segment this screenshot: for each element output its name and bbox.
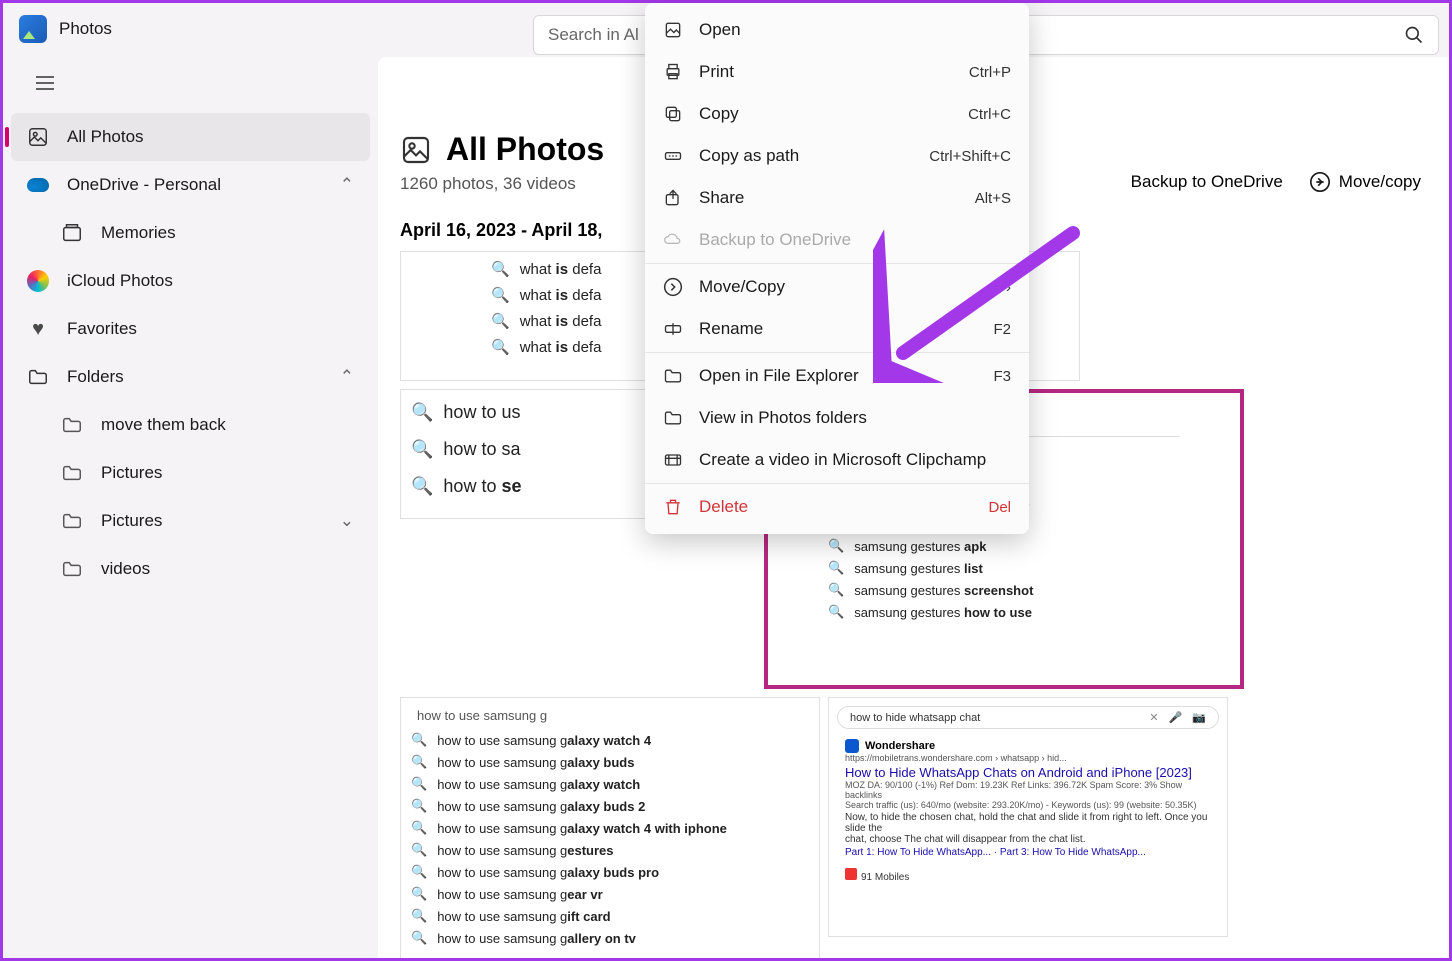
sidebar-folder-item[interactable]: videos bbox=[11, 545, 370, 593]
sidebar-folder-item[interactable]: move them back bbox=[11, 401, 370, 449]
backup-button[interactable]: Backup to OneDrive bbox=[1131, 172, 1283, 192]
movecopy-label: Move/copy bbox=[1339, 172, 1421, 192]
menu-separator bbox=[645, 263, 1029, 264]
menu-print[interactable]: Print Ctrl+P bbox=[645, 51, 1029, 93]
cloud-icon bbox=[663, 230, 683, 250]
menu-rename[interactable]: Rename F2 bbox=[645, 308, 1029, 350]
sidebar-folder-item[interactable]: Pictures ⌄ bbox=[11, 497, 370, 545]
copy-icon bbox=[663, 104, 683, 124]
menu-share[interactable]: Share Alt+S bbox=[645, 177, 1029, 219]
sidebar-folder-item[interactable]: Pictures bbox=[11, 449, 370, 497]
sidebar-item-all-photos[interactable]: All Photos bbox=[11, 113, 370, 161]
folder-icon bbox=[27, 366, 49, 388]
chevron-down-icon: ⌄ bbox=[340, 511, 354, 531]
photo-icon bbox=[400, 134, 432, 166]
sidebar-item-label: OneDrive - Personal bbox=[67, 175, 221, 195]
sidebar-item-label: Pictures bbox=[101, 511, 162, 531]
folder-icon bbox=[61, 462, 83, 484]
sidebar-item-label: move them back bbox=[101, 415, 226, 435]
search-icon bbox=[1404, 25, 1424, 45]
context-menu: Open Print Ctrl+P Copy Ctrl+C Copy as pa… bbox=[645, 3, 1029, 534]
photo-icon bbox=[27, 126, 49, 148]
menu-movecopy[interactable]: Move/Copy › bbox=[645, 266, 1029, 308]
hamburger-icon bbox=[36, 76, 54, 90]
chevron-up-icon: ⌃ bbox=[340, 175, 354, 195]
menu-clipchamp[interactable]: Create a video in Microsoft Clipchamp bbox=[645, 439, 1029, 481]
icloud-icon bbox=[27, 270, 49, 292]
menu-separator bbox=[645, 483, 1029, 484]
menu-delete[interactable]: Delete Del bbox=[645, 486, 1029, 528]
rename-icon bbox=[663, 319, 683, 339]
heart-icon: ♥ bbox=[27, 318, 49, 340]
folder-icon bbox=[61, 558, 83, 580]
folder-icon bbox=[663, 366, 683, 386]
page-title: All Photos bbox=[446, 131, 604, 168]
sidebar-item-label: Favorites bbox=[67, 319, 137, 339]
copy-path-icon bbox=[663, 146, 683, 166]
menu-open[interactable]: Open bbox=[645, 9, 1029, 51]
onedrive-icon bbox=[27, 174, 49, 196]
movecopy-button[interactable]: Move/copy bbox=[1309, 171, 1421, 193]
backup-label: Backup to OneDrive bbox=[1131, 172, 1283, 192]
sidebar-item-folders[interactable]: Folders ⌃ bbox=[11, 353, 370, 401]
print-icon bbox=[663, 62, 683, 82]
photos-logo-icon bbox=[19, 15, 47, 43]
arrow-right-circle-icon bbox=[663, 277, 683, 297]
sidebar-item-memories[interactable]: Memories bbox=[11, 209, 370, 257]
sidebar-item-label: Memories bbox=[101, 223, 176, 243]
folder-icon bbox=[663, 408, 683, 428]
memories-icon bbox=[61, 222, 83, 244]
sidebar-item-label: Folders bbox=[67, 367, 124, 387]
sidebar-item-onedrive[interactable]: OneDrive - Personal ⌃ bbox=[11, 161, 370, 209]
trash-icon bbox=[663, 497, 683, 517]
sidebar-item-label: iCloud Photos bbox=[67, 271, 173, 291]
search-placeholder: Search in Al bbox=[548, 25, 639, 45]
sidebar-item-label: Pictures bbox=[101, 463, 162, 483]
menu-backup: Backup to OneDrive bbox=[645, 219, 1029, 261]
hamburger-button[interactable] bbox=[25, 63, 65, 103]
sidebar: All Photos OneDrive - Personal ⌃ Memorie… bbox=[3, 55, 378, 958]
folder-icon bbox=[61, 510, 83, 532]
chevron-up-icon: ⌃ bbox=[340, 367, 354, 387]
sidebar-item-icloud[interactable]: iCloud Photos bbox=[11, 257, 370, 305]
share-icon bbox=[663, 188, 683, 208]
app-title: Photos bbox=[59, 19, 112, 39]
open-icon bbox=[663, 20, 683, 40]
photo-thumbnail[interactable]: how to use samsung g 🔍how to use samsung… bbox=[400, 697, 820, 958]
folder-icon bbox=[61, 414, 83, 436]
photo-thumbnail[interactable]: how to hide whatsapp chat✕🎤📷 Wondershare… bbox=[828, 697, 1228, 937]
menu-separator bbox=[645, 352, 1029, 353]
menu-view-photos[interactable]: View in Photos folders bbox=[645, 397, 1029, 439]
menu-copy-path[interactable]: Copy as path Ctrl+Shift+C bbox=[645, 135, 1029, 177]
menu-open-explorer[interactable]: Open in File Explorer F3 bbox=[645, 355, 1029, 397]
sidebar-item-favorites[interactable]: ♥ Favorites bbox=[11, 305, 370, 353]
video-icon bbox=[663, 450, 683, 470]
arrow-right-circle-icon bbox=[1309, 171, 1331, 193]
sidebar-item-label: videos bbox=[101, 559, 150, 579]
menu-copy[interactable]: Copy Ctrl+C bbox=[645, 93, 1029, 135]
sidebar-item-label: All Photos bbox=[67, 127, 144, 147]
